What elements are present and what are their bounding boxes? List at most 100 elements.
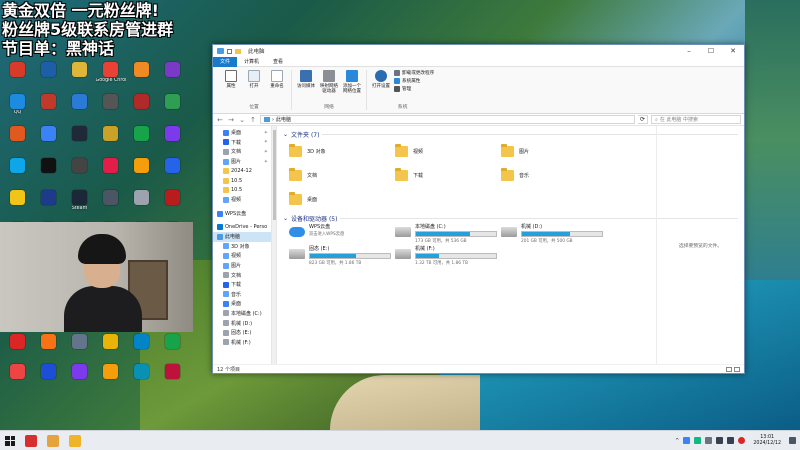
desktop-shortcut[interactable]: Google Chrome bbox=[95, 60, 126, 92]
desktop-shortcut[interactable] bbox=[2, 156, 33, 188]
drive-item[interactable]: 本地磁盘 (C:) 173 GB 可用，共 536 GB bbox=[395, 223, 501, 245]
desktop-shortcut[interactable] bbox=[157, 124, 188, 156]
desktop-shortcut[interactable] bbox=[157, 156, 188, 188]
desktop-shortcut[interactable] bbox=[95, 124, 126, 156]
folder-item[interactable]: 文档 bbox=[289, 163, 395, 187]
nav-item[interactable]: 文档 bbox=[213, 270, 271, 280]
close-button[interactable]: ✕ bbox=[722, 45, 744, 57]
nav-item[interactable]: 固态 (E:) bbox=[213, 328, 271, 338]
desktop-shortcut[interactable] bbox=[64, 60, 95, 92]
desktop-shortcut[interactable] bbox=[64, 92, 95, 124]
save-icon[interactable] bbox=[227, 48, 232, 54]
folder-item[interactable]: 3D 对象 bbox=[289, 139, 395, 163]
drive-item[interactable]: 机械 (D:) 201 GB 可用，共 500 GB bbox=[501, 223, 607, 245]
desktop-shortcut[interactable] bbox=[64, 362, 95, 392]
tray-app-icon[interactable] bbox=[683, 437, 691, 444]
computer-icon[interactable] bbox=[217, 48, 224, 54]
desktop-shortcut[interactable] bbox=[64, 332, 95, 362]
folder-item[interactable]: 下载 bbox=[395, 163, 501, 187]
large-icons-view-icon[interactable] bbox=[734, 366, 740, 372]
desktop-shortcut[interactable] bbox=[2, 124, 33, 156]
nav-item[interactable]: 图片 bbox=[213, 261, 271, 271]
chevron-up-icon[interactable]: ^ bbox=[675, 438, 679, 444]
taskbar-app-obs[interactable] bbox=[42, 431, 64, 450]
breadcrumb-this-pc[interactable]: 此电脑 bbox=[276, 116, 291, 123]
rename-button[interactable]: 重命名 bbox=[267, 70, 287, 103]
map-drive-button[interactable]: 映射网络驱动器 bbox=[319, 70, 339, 103]
minimize-button[interactable]: – bbox=[678, 45, 700, 57]
nav-item[interactable]: 机械 (F:) bbox=[213, 337, 271, 347]
up-button[interactable]: ↑ bbox=[249, 116, 257, 124]
nav-item[interactable]: 本地磁盘 (C:) bbox=[213, 309, 271, 319]
refresh-button[interactable]: ⟳ bbox=[638, 115, 648, 124]
desktop-shortcut[interactable] bbox=[33, 156, 64, 188]
address-input[interactable]: › 此电脑 bbox=[260, 115, 635, 124]
tab-file[interactable]: 文件 bbox=[213, 56, 238, 67]
tray-app-icon[interactable] bbox=[705, 437, 713, 444]
input-method-icon[interactable] bbox=[738, 437, 746, 444]
nav-item[interactable]: 桌面 bbox=[213, 299, 271, 309]
desktop-shortcut[interactable] bbox=[157, 92, 188, 124]
desktop-shortcut[interactable] bbox=[2, 188, 33, 220]
tray-app-icon[interactable] bbox=[694, 437, 702, 444]
system-properties-button[interactable]: 系统属性 bbox=[394, 78, 434, 84]
details-view-icon[interactable] bbox=[726, 366, 732, 372]
desktop-shortcut[interactable]: QQ bbox=[2, 92, 33, 124]
desktop-shortcut[interactable] bbox=[126, 124, 157, 156]
nav-item[interactable]: 2024-12 bbox=[213, 166, 271, 176]
nav-item[interactable]: 音乐 bbox=[213, 290, 271, 300]
desktop-shortcut[interactable] bbox=[157, 362, 188, 392]
desktop-shortcut[interactable] bbox=[95, 188, 126, 220]
folder-item[interactable]: 视频 bbox=[395, 139, 501, 163]
scrollbar-thumb[interactable] bbox=[273, 130, 276, 220]
notifications-icon[interactable] bbox=[789, 437, 796, 444]
start-button[interactable] bbox=[0, 431, 20, 450]
nav-item[interactable]: 文档 ✦ bbox=[213, 147, 271, 157]
clock[interactable]: 13:01 2024/12/12 bbox=[753, 435, 781, 447]
desktop-shortcut[interactable] bbox=[64, 124, 95, 156]
nav-item[interactable]: 桌面 ✦ bbox=[213, 128, 271, 138]
recent-locations-button[interactable]: ⌄ bbox=[238, 116, 246, 124]
nav-item[interactable]: 视频 bbox=[213, 251, 271, 261]
open-settings-button[interactable]: 打开设置 bbox=[371, 70, 391, 103]
desktop-shortcut[interactable] bbox=[157, 332, 188, 362]
nav-item[interactable]: 下载 bbox=[213, 280, 271, 290]
desktop-shortcut[interactable] bbox=[64, 156, 95, 188]
maximize-button[interactable]: ☐ bbox=[700, 45, 722, 57]
add-location-button[interactable]: 添加一个网络位置 bbox=[342, 70, 362, 103]
desktop-shortcut[interactable] bbox=[95, 92, 126, 124]
desktop-shortcut[interactable] bbox=[126, 60, 157, 92]
volume-icon[interactable] bbox=[727, 437, 735, 444]
desktop-shortcut[interactable] bbox=[2, 332, 33, 362]
desktop-shortcut[interactable] bbox=[33, 92, 64, 124]
forward-button[interactable]: → bbox=[227, 116, 235, 124]
desktop-shortcut[interactable] bbox=[126, 362, 157, 392]
desktop-shortcut[interactable] bbox=[33, 124, 64, 156]
folder-item[interactable]: 音乐 bbox=[501, 163, 607, 187]
nav-item[interactable]: 图片 ✦ bbox=[213, 157, 271, 167]
uninstall-button[interactable]: 卸载或更改程序 bbox=[394, 70, 434, 76]
desktop-shortcut[interactable] bbox=[33, 332, 64, 362]
back-button[interactable]: ← bbox=[216, 116, 224, 124]
desktop-shortcut[interactable] bbox=[126, 188, 157, 220]
desktop-shortcut[interactable] bbox=[126, 92, 157, 124]
desktop-shortcut[interactable] bbox=[2, 362, 33, 392]
network-icon[interactable] bbox=[716, 437, 724, 444]
nav-item[interactable]: 3D 对象 bbox=[213, 242, 271, 252]
nav-item[interactable]: 此电脑 bbox=[213, 231, 271, 242]
tab-view[interactable]: 查看 bbox=[266, 57, 290, 67]
nav-item[interactable]: OneDrive - Perso bbox=[213, 222, 271, 232]
taskbar-app-wps[interactable] bbox=[20, 431, 42, 450]
nav-item[interactable]: 视频 bbox=[213, 195, 271, 205]
folder-item[interactable]: 图片 bbox=[501, 139, 607, 163]
nav-item[interactable]: WPS云盘 bbox=[213, 209, 271, 219]
desktop-shortcut[interactable] bbox=[95, 362, 126, 392]
drive-item[interactable]: 机械 (F:) 1.32 TB 可用，共 1.86 TB bbox=[395, 245, 501, 267]
desktop-shortcut[interactable] bbox=[95, 332, 126, 362]
drive-item[interactable]: 固态 (E:) 823 GB 可用，共 1.86 TB bbox=[289, 245, 395, 267]
drive-item[interactable]: WPS云盘 双击进入WPS云盘 bbox=[289, 223, 395, 245]
desktop-shortcut[interactable] bbox=[33, 362, 64, 392]
search-input[interactable]: ⌕ 在 此电脑 中搜索 bbox=[651, 115, 741, 124]
folder-item[interactable]: 桌面 bbox=[289, 187, 395, 211]
manage-button[interactable]: 管理 bbox=[394, 86, 434, 92]
